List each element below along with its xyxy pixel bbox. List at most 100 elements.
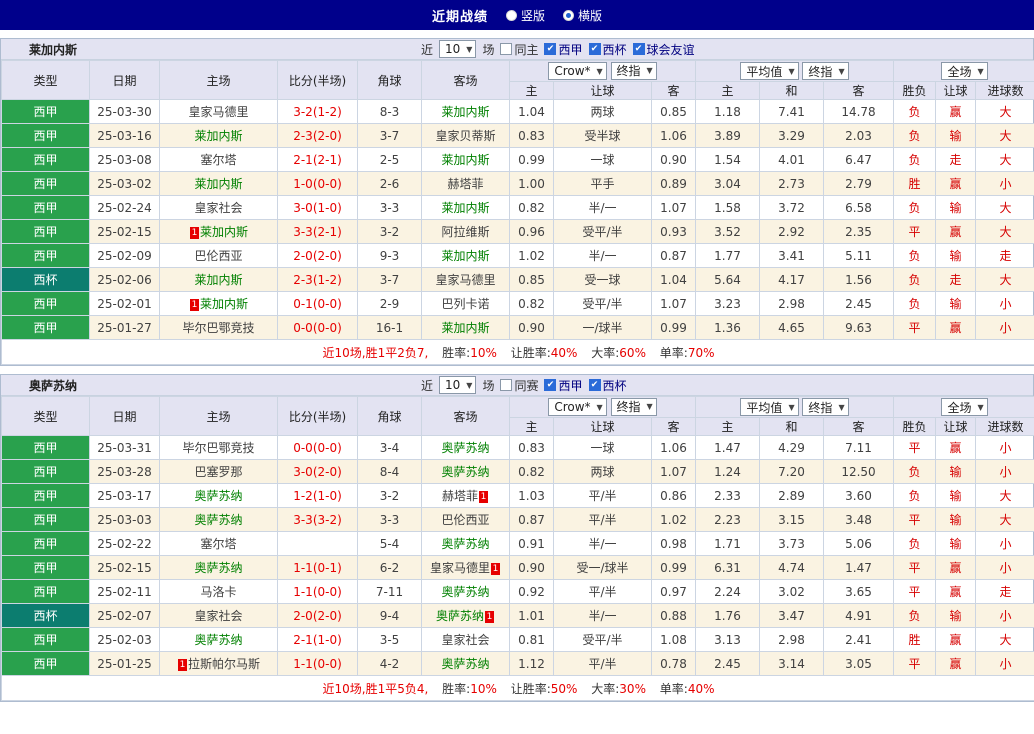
team-name-link[interactable]: 马洛卡 <box>200 585 236 599</box>
team-name-link[interactable]: 莱加内斯 <box>441 105 489 119</box>
team-name-link[interactable]: 莱加内斯 <box>194 129 242 143</box>
bookmaker-select[interactable]: Crow* ▼ <box>548 62 607 81</box>
scope-select[interactable]: 全场 ▼ <box>941 398 988 416</box>
checkbox-checked-icon[interactable]: ✔ <box>544 379 557 391</box>
checkbox-same-competition[interactable]: 同赛 <box>500 377 538 394</box>
team-name-link[interactable]: 皇家马德里 <box>435 273 495 287</box>
average-select[interactable]: 平均值 ▼ <box>740 398 799 416</box>
team-name-link[interactable]: 巴伦西亚 <box>441 513 489 527</box>
team-name-link[interactable]: 奥萨苏纳 <box>194 489 242 503</box>
corners: 2-6 <box>357 171 422 196</box>
recent-count-select[interactable]: 10 ▼ <box>439 376 477 394</box>
team-name-link[interactable]: 莱加内斯 <box>194 177 242 191</box>
team-name-link[interactable]: 奥萨苏纳 <box>436 609 484 623</box>
radio-circle-icon[interactable] <box>505 9 517 21</box>
result-goals: 小 <box>975 603 1034 628</box>
team-name-link[interactable]: 莱加内斯 <box>194 273 242 287</box>
checkbox-laliga[interactable]: ✔ 西甲 <box>544 377 583 394</box>
scope-select[interactable]: 全场 ▼ <box>941 62 988 80</box>
checkbox-same-home[interactable]: 同主 <box>500 41 538 58</box>
team-name-link[interactable]: 塞尔塔 <box>200 153 236 167</box>
section-leganes: 莱加内斯 近 10 ▼ 场 同主 ✔ 西甲 ✔ 西杯 ✔ 球会友谊 类型 日期 … <box>0 38 1034 366</box>
summary-value: 60% <box>619 345 646 360</box>
corners: 6-2 <box>357 555 422 580</box>
team-name-link[interactable]: 赫塔菲 <box>442 489 478 503</box>
team-name-link[interactable]: 塞尔塔 <box>200 537 236 551</box>
average-controls-cell: 平均值 ▼ 终指 ▼ <box>695 60 895 82</box>
team-name-link[interactable]: 奥萨苏纳 <box>194 513 242 527</box>
radio-horizontal-layout[interactable]: 横版 <box>563 7 602 24</box>
result-wdl: 负 <box>893 483 937 508</box>
score-halftime: 2-1(1-0) <box>277 627 358 652</box>
summary-label: 胜率: <box>442 681 471 696</box>
team-name-link[interactable]: 赫塔菲 <box>447 177 483 191</box>
team-name-link[interactable]: 奥萨苏纳 <box>441 537 489 551</box>
final-odds-select[interactable]: 终指 ▼ <box>802 398 849 416</box>
recent-count-select[interactable]: 10 ▼ <box>439 40 477 58</box>
team-name-link[interactable]: 皇家马德里 <box>430 561 490 575</box>
team-name-link[interactable]: 毕尔巴鄂竞技 <box>182 441 254 455</box>
checkbox-icon[interactable] <box>500 379 513 391</box>
team-name-link[interactable]: 奥萨苏纳 <box>441 657 489 671</box>
checkbox-icon[interactable] <box>500 43 513 55</box>
team-name-link[interactable]: 皇家贝蒂斯 <box>435 129 495 143</box>
team-name-link[interactable]: 奥萨苏纳 <box>194 561 242 575</box>
team-name-link[interactable]: 巴列卡诺 <box>441 297 489 311</box>
recent-suffix-label: 场 <box>482 42 495 57</box>
team-name-link[interactable]: 奥萨苏纳 <box>194 633 242 647</box>
chevron-down-icon: ▼ <box>788 402 795 412</box>
team-name-link[interactable]: 巴塞罗那 <box>194 465 242 479</box>
result-wdl: 胜 <box>893 627 937 652</box>
radio-vertical-layout[interactable]: 竖版 <box>505 7 545 24</box>
team-name-link[interactable]: 莱加内斯 <box>441 321 489 335</box>
away-team-cell: 巴伦西亚 <box>421 507 510 532</box>
team-name-link[interactable]: 莱加内斯 <box>441 249 489 263</box>
odds-handicap: 半/一 <box>553 603 652 628</box>
team-name-link[interactable]: 奥萨苏纳 <box>441 441 489 455</box>
team-name-link[interactable]: 皇家社会 <box>194 609 242 623</box>
team-name-link[interactable]: 拉斯帕尔马斯 <box>188 657 260 671</box>
corners: 3-2 <box>357 483 422 508</box>
team-header-bar: 莱加内斯 近 10 ▼ 场 同主 ✔ 西甲 ✔ 西杯 ✔ 球会友谊 <box>1 39 1033 60</box>
team-name-link[interactable]: 莱加内斯 <box>200 225 248 239</box>
team-name-link[interactable]: 奥萨苏纳 <box>441 585 489 599</box>
team-name-link[interactable]: 奥萨苏纳 <box>441 465 489 479</box>
team-name-link[interactable]: 莱加内斯 <box>441 153 489 167</box>
radio-selected-circle-icon[interactable] <box>563 9 574 21</box>
final-odds-select[interactable]: 终指 ▼ <box>610 61 657 80</box>
result-goals: 大 <box>975 627 1034 652</box>
final-odds-select[interactable]: 终指 ▼ <box>802 62 849 80</box>
result-wdl: 负 <box>893 195 937 220</box>
home-team-cell: 塞尔塔 <box>159 147 278 172</box>
checkbox-checked-icon[interactable]: ✔ <box>544 43 557 55</box>
odds-handicap: 受平/半 <box>553 219 652 244</box>
checkbox-friendly[interactable]: ✔ 球会友谊 <box>632 41 695 58</box>
checkbox-laliga[interactable]: ✔ 西甲 <box>544 41 583 58</box>
team-name-link[interactable]: 巴伦西亚 <box>194 249 242 263</box>
checkbox-checked-icon[interactable]: ✔ <box>632 43 645 55</box>
home-team-cell: 莱加内斯 <box>159 123 278 148</box>
odds-home: 0.83 <box>509 435 554 460</box>
team-name-link[interactable]: 皇家社会 <box>194 201 242 215</box>
team-name-link[interactable]: 皇家马德里 <box>188 105 248 119</box>
odds-home: 0.90 <box>509 555 554 580</box>
bookmaker-select[interactable]: Crow* ▼ <box>548 398 607 417</box>
checkbox-checked-icon[interactable]: ✔ <box>588 379 601 391</box>
result-wdl: 平 <box>893 315 937 340</box>
team-name-link[interactable]: 皇家社会 <box>441 633 489 647</box>
summary-value: 30% <box>619 681 646 696</box>
result-handicap: 输 <box>935 459 977 484</box>
checkbox-copa[interactable]: ✔ 西杯 <box>588 41 627 58</box>
result-handicap: 输 <box>935 291 977 316</box>
team-name-link[interactable]: 毕尔巴鄂竞技 <box>182 321 254 335</box>
odds-away: 0.99 <box>650 555 697 580</box>
final-odds-select[interactable]: 终指 ▼ <box>610 397 657 416</box>
odds-home: 1.04 <box>509 99 554 124</box>
average-select[interactable]: 平均值 ▼ <box>740 62 799 80</box>
team-name-link[interactable]: 莱加内斯 <box>441 201 489 215</box>
checkbox-checked-icon[interactable]: ✔ <box>588 43 601 55</box>
checkbox-copa[interactable]: ✔ 西杯 <box>588 377 627 394</box>
result-wdl: 负 <box>893 267 937 292</box>
team-name-link[interactable]: 莱加内斯 <box>200 297 248 311</box>
team-name-link[interactable]: 阿拉维斯 <box>441 225 489 239</box>
